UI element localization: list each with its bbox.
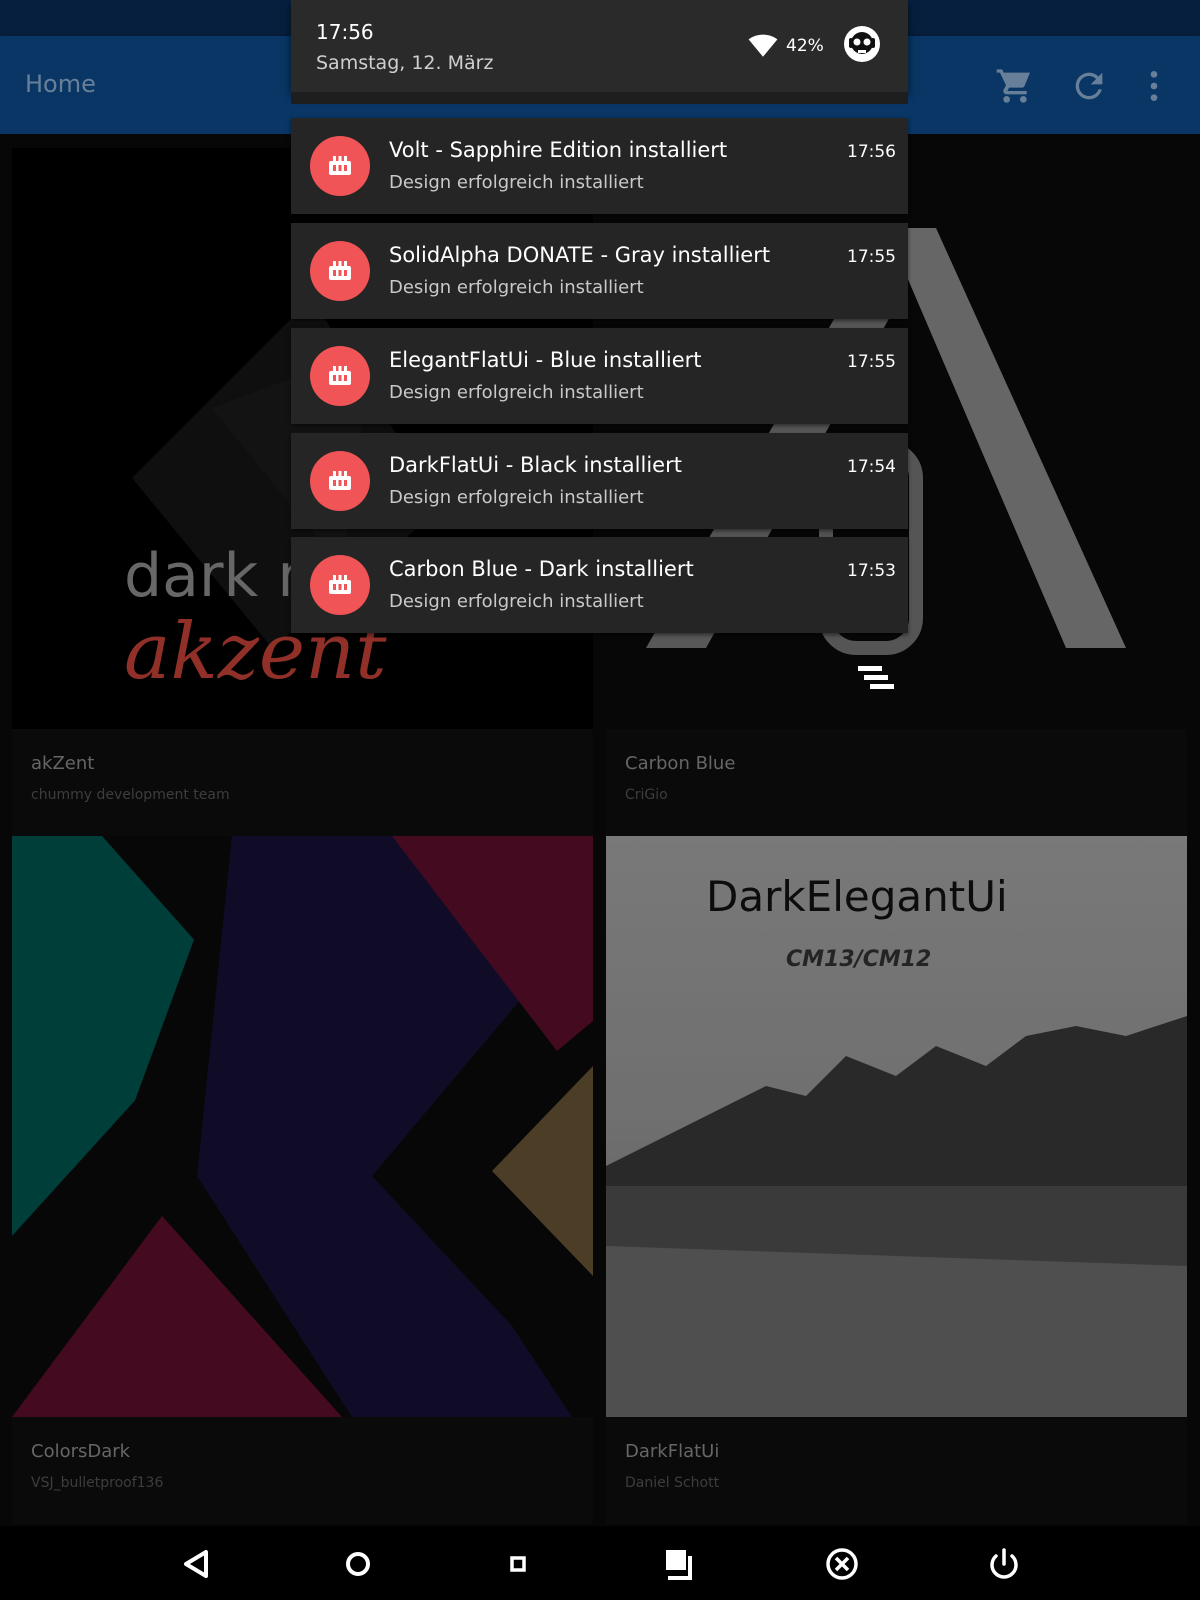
notification-time: 17:55	[847, 247, 896, 267]
theme-author: chummy development team	[31, 787, 230, 803]
recents-icon[interactable]	[498, 1544, 538, 1584]
notification-item[interactable]: SolidAlpha DONATE - Gray installiert Des…	[291, 223, 908, 319]
notification-text: Design erfolgreich installiert	[389, 277, 644, 298]
cart-icon[interactable]	[995, 66, 1035, 106]
notification-item[interactable]: ElegantFlatUi - Blue installiert Design …	[291, 328, 908, 424]
theme-caption: Carbon Blue CriGio	[606, 729, 1187, 836]
theme-author: VSJ_bulletproof136	[31, 1475, 164, 1491]
screenshot-icon[interactable]	[660, 1544, 700, 1584]
theme-name: ColorsDark	[31, 1441, 131, 1462]
theme-engine-icon	[310, 555, 370, 615]
theme-preview: DarkElegantUi CM13/CM12	[606, 836, 1187, 1417]
notification-shade: 17:56 Samstag, 12. März 42% Volt - Sapph…	[291, 0, 908, 640]
avatar-icon[interactable]	[844, 26, 880, 62]
refresh-icon[interactable]	[1069, 66, 1109, 106]
theme-engine-icon	[310, 136, 370, 196]
theme-author: Daniel Schott	[625, 1475, 720, 1491]
theme-engine-icon	[310, 451, 370, 511]
notification-time: 17:54	[847, 457, 896, 477]
back-icon[interactable]	[178, 1544, 218, 1584]
notification-title: Carbon Blue - Dark installiert	[389, 557, 694, 581]
notification-text: Design erfolgreich installiert	[389, 591, 644, 612]
more-vert-icon[interactable]	[1134, 66, 1174, 106]
notification-text: Design erfolgreich installiert	[389, 382, 644, 403]
theme-card-colorsdark[interactable]: ColorsDark VSJ_bulletproof136	[12, 836, 593, 1524]
date: Samstag, 12. März	[316, 52, 494, 74]
theme-engine-icon	[310, 241, 370, 301]
theme-card-darkflatui[interactable]: DarkElegantUi CM13/CM12 DarkFlatUi Danie…	[606, 836, 1187, 1524]
notification-text: Design erfolgreich installiert	[389, 172, 644, 193]
theme-caption: akZent chummy development team	[12, 729, 593, 836]
theme-caption: ColorsDark VSJ_bulletproof136	[12, 1417, 593, 1524]
notification-title: ElegantFlatUi - Blue installiert	[389, 348, 702, 372]
art-title: DarkElegantUi	[706, 872, 1008, 921]
notification-time: 17:53	[847, 561, 896, 581]
notification-item[interactable]: Carbon Blue - Dark installiert Design er…	[291, 537, 908, 633]
wifi-icon	[748, 34, 778, 62]
theme-author: CriGio	[625, 787, 668, 803]
quick-settings-header[interactable]: 17:56 Samstag, 12. März 42%	[291, 0, 908, 92]
theme-name: akZent	[31, 753, 95, 774]
navigation-bar	[0, 1526, 1200, 1600]
theme-engine-icon	[310, 346, 370, 406]
theme-caption: DarkFlatUi Daniel Schott	[606, 1417, 1187, 1524]
notification-item[interactable]: Volt - Sapphire Edition installiert Desi…	[291, 118, 908, 214]
notification-title: SolidAlpha DONATE - Gray installiert	[389, 243, 771, 267]
theme-name: Carbon Blue	[625, 753, 736, 774]
home-icon[interactable]	[338, 1544, 378, 1584]
quick-settings-edge	[291, 92, 908, 104]
clear-all-icon[interactable]	[858, 664, 898, 694]
close-circle-icon[interactable]	[822, 1544, 862, 1584]
notification-item[interactable]: DarkFlatUi - Black installiert Design er…	[291, 433, 908, 529]
art-subtitle: CM13/CM12	[786, 947, 931, 972]
battery-level: 42%	[786, 36, 824, 56]
clock: 17:56	[316, 20, 374, 44]
power-icon[interactable]	[984, 1544, 1024, 1584]
page-title: Home	[25, 70, 96, 98]
notification-time: 17:56	[847, 142, 896, 162]
theme-name: DarkFlatUi	[625, 1441, 720, 1462]
notification-title: DarkFlatUi - Black installiert	[389, 453, 682, 477]
notification-text: Design erfolgreich installiert	[389, 487, 644, 508]
notification-time: 17:55	[847, 352, 896, 372]
notification-title: Volt - Sapphire Edition installiert	[389, 138, 728, 162]
theme-preview	[12, 836, 593, 1417]
